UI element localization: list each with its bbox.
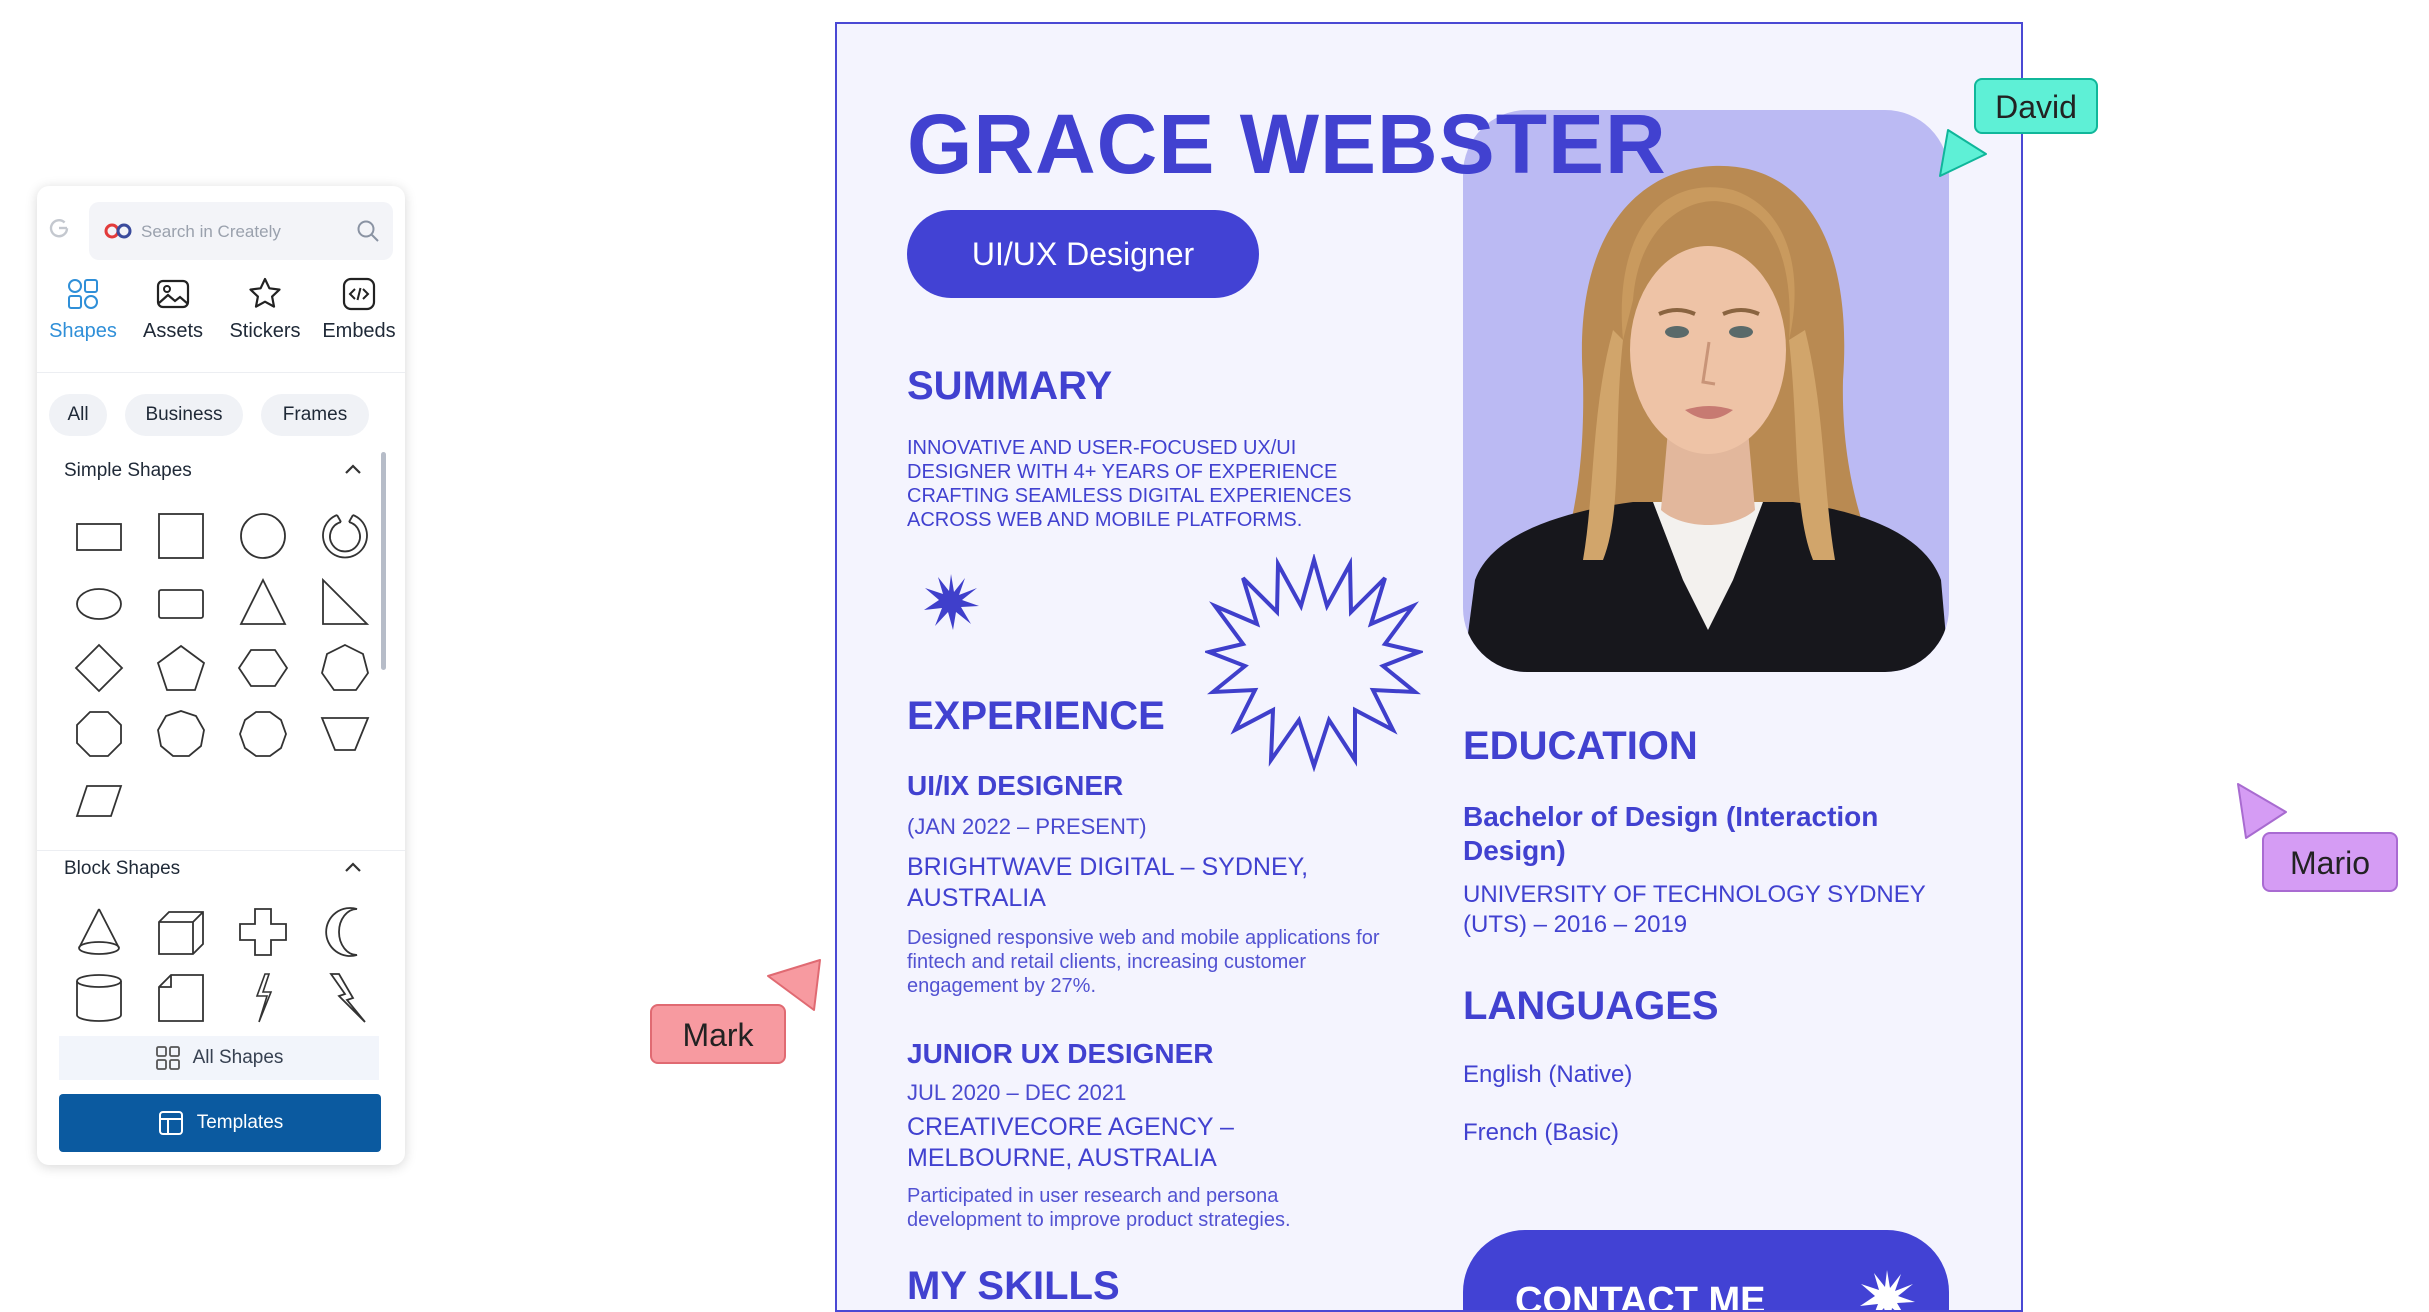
language-item: French (Basic) bbox=[1463, 1119, 1620, 1146]
templates-label: Templates bbox=[196, 1112, 284, 1133]
arc-shape[interactable] bbox=[317, 508, 373, 564]
cone-shape[interactable] bbox=[71, 904, 127, 960]
language-item: English (Native) bbox=[1463, 1061, 1633, 1088]
chevron-up-icon[interactable] bbox=[343, 462, 363, 476]
filter-all[interactable]: All bbox=[49, 394, 107, 436]
pentagon-shape[interactable] bbox=[153, 640, 209, 696]
portrait-image bbox=[1463, 165, 1949, 672]
collaborator-label-mark: Mark bbox=[650, 1004, 786, 1064]
chevron-up-icon[interactable] bbox=[343, 860, 363, 874]
template-icon bbox=[158, 1110, 183, 1135]
cube-shape[interactable] bbox=[153, 904, 209, 960]
heptagon-shape[interactable] bbox=[317, 640, 373, 696]
contact-button[interactable]: CONTACT ME bbox=[1463, 1230, 1949, 1312]
experience-heading: EXPERIENCE bbox=[907, 694, 1165, 738]
cross-shape[interactable] bbox=[235, 904, 291, 960]
education-heading: EDUCATION bbox=[1463, 724, 1698, 768]
small-starburst-icon bbox=[924, 574, 979, 630]
resume-document[interactable]: GRACE WEBSTER UI/UX Designer SUMMARY INN… bbox=[835, 22, 2023, 1312]
tab-shapes-label: Shapes bbox=[49, 320, 117, 342]
role-badge: UI/UX Designer bbox=[907, 210, 1259, 298]
job-company: BRIGHTWAVE DIGITAL – SYDNEY, AUSTRALIA bbox=[907, 853, 1309, 912]
section-title-simple-shapes: Simple Shapes bbox=[64, 460, 192, 481]
grid-icon bbox=[155, 1046, 180, 1070]
cylinder-shape[interactable] bbox=[71, 970, 127, 1026]
search-icon[interactable] bbox=[355, 218, 381, 244]
folded-corner-shape[interactable] bbox=[153, 970, 209, 1026]
all-shapes-button[interactable]: All Shapes bbox=[59, 1036, 379, 1080]
ellipse-shape[interactable] bbox=[71, 574, 127, 630]
square-shape[interactable] bbox=[153, 508, 209, 564]
rounded-rectangle-shape[interactable] bbox=[153, 574, 209, 630]
summary-heading: SUMMARY bbox=[907, 364, 1113, 408]
profile-photo[interactable] bbox=[1463, 110, 1949, 672]
degree-title: Bachelor of Design (Interaction Design) bbox=[1463, 801, 1879, 866]
summary-text: INNOVATIVE AND USER-FOCUSED UX/UI DESIGN… bbox=[907, 437, 1352, 531]
filter-frames[interactable]: Frames bbox=[261, 394, 369, 436]
scrollbar[interactable] bbox=[381, 452, 386, 670]
divider bbox=[37, 372, 405, 373]
nonagon-shape[interactable] bbox=[153, 706, 209, 762]
tab-stickers-label: Stickers bbox=[229, 320, 301, 342]
hexagon-shape[interactable] bbox=[235, 640, 291, 696]
tab-stickers[interactable]: Stickers bbox=[219, 276, 311, 343]
decagon-shape[interactable] bbox=[235, 706, 291, 762]
collaborator-label-mario: Mario bbox=[2262, 832, 2398, 892]
image-icon bbox=[156, 279, 190, 309]
right-triangle-shape[interactable] bbox=[317, 574, 373, 630]
search-input[interactable]: Search in Creately bbox=[89, 202, 393, 260]
inverted-trapezoid-shape[interactable] bbox=[317, 706, 373, 762]
university: UNIVERSITY OF TECHNOLOGY SYDNEY (UTS) – … bbox=[1463, 881, 1926, 938]
tab-shapes[interactable]: Shapes bbox=[37, 276, 129, 343]
filter-business[interactable]: Business bbox=[125, 394, 243, 436]
divider bbox=[37, 850, 405, 851]
code-icon bbox=[342, 277, 376, 311]
star-icon bbox=[249, 277, 281, 308]
contact-label: CONTACT ME bbox=[1515, 1280, 1766, 1312]
large-starburst-icon bbox=[1205, 554, 1423, 772]
rectangle-shape[interactable] bbox=[71, 508, 127, 564]
resume-name: GRACE WEBSTER bbox=[907, 97, 1667, 191]
tab-assets[interactable]: Assets bbox=[127, 276, 219, 343]
collaborator-label-david: David bbox=[1974, 78, 2098, 134]
section-title-block-shapes: Block Shapes bbox=[64, 858, 181, 879]
job-dates: JUL 2020 – DEC 2021 bbox=[907, 1080, 1127, 1105]
creately-logo-icon bbox=[104, 223, 132, 239]
parallelogram-shape[interactable] bbox=[71, 772, 127, 828]
job-description: Participated in user research and person… bbox=[907, 1185, 1291, 1231]
job-title: UI/IX DESIGNER bbox=[907, 770, 1124, 801]
panel-tabs: Shapes Assets Stickers Embeds bbox=[37, 276, 405, 356]
triangle-shape[interactable] bbox=[235, 574, 291, 630]
tab-embeds[interactable]: Embeds bbox=[313, 276, 405, 343]
job-title: JUNIOR UX DESIGNER bbox=[907, 1038, 1214, 1069]
all-shapes-label: All Shapes bbox=[192, 1047, 284, 1068]
google-icon bbox=[49, 219, 69, 238]
starburst-icon bbox=[1860, 1270, 1915, 1310]
templates-button[interactable]: Templates bbox=[59, 1094, 381, 1152]
search-placeholder: Search in Creately bbox=[141, 222, 281, 241]
languages-heading: LANGUAGES bbox=[1463, 984, 1719, 1028]
shapes-panel: Search in Creately Shapes Assets Sticker… bbox=[37, 186, 405, 1165]
job-description: Designed responsive web and mobile appli… bbox=[907, 927, 1380, 997]
job-company: CREATIVECORE AGENCY – MELBOURNE, AUSTRAL… bbox=[907, 1113, 1234, 1172]
octagon-shape[interactable] bbox=[71, 706, 127, 762]
moon-shape[interactable] bbox=[317, 904, 373, 960]
lightning-shape[interactable] bbox=[235, 970, 291, 1026]
circle-shape[interactable] bbox=[235, 508, 291, 564]
tab-embeds-label: Embeds bbox=[322, 320, 396, 342]
shapes-icon bbox=[68, 279, 98, 309]
job-dates: (JAN 2022 – PRESENT) bbox=[907, 814, 1147, 839]
tab-assets-label: Assets bbox=[142, 320, 204, 342]
diamond-shape[interactable] bbox=[71, 640, 127, 696]
lightning-bold-shape[interactable] bbox=[317, 970, 373, 1026]
skills-heading: MY SKILLS bbox=[907, 1264, 1120, 1308]
